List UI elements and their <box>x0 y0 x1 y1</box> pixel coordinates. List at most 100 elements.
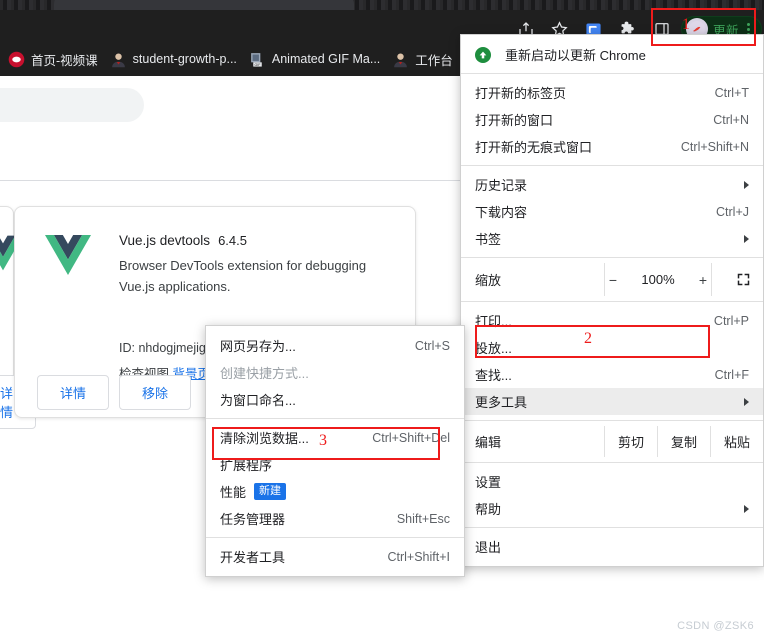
menu-zoom-row: 缩放 − 100% + <box>461 263 763 296</box>
more-tools-submenu: 网页另存为... Ctrl+S 创建快捷方式... 为窗口命名... 清除浏览数… <box>205 325 465 577</box>
bookmark-label: 首页-视频课 <box>31 53 98 68</box>
submenu-item-label: 清除浏览数据... <box>220 431 309 446</box>
menu-item-label: 退出 <box>475 540 502 555</box>
chevron-right-icon <box>744 397 749 406</box>
vue-logo-icon <box>45 235 91 275</box>
screenshot-root: 更新 首页-视频课 student-growth-p... GIF Animat… <box>0 0 764 639</box>
menu-item-downloads[interactable]: 下载内容 Ctrl+J <box>461 198 763 225</box>
menu-item-shortcut: Ctrl+P <box>713 313 749 328</box>
submenu-item-name-window[interactable]: 为窗口命名... <box>206 386 464 413</box>
update-arrow-icon <box>475 46 491 63</box>
menu-item-label: 查找... <box>475 368 512 383</box>
gif-maker-favicon: GIF <box>248 50 266 68</box>
submenu-item-shortcut: Shift+Esc <box>396 511 450 526</box>
extension-description: Browser DevTools extension for debugging… <box>119 258 367 294</box>
submenu-item-label: 为窗口命名... <box>220 393 296 408</box>
submenu-separator <box>206 537 464 538</box>
watermark: CSDN @ZSK6 <box>677 620 754 632</box>
menu-item-cast[interactable]: 投放... <box>461 334 763 361</box>
cut-button[interactable]: 剪切 <box>604 426 657 457</box>
submenu-item-create-shortcut: 创建快捷方式... <box>206 359 464 386</box>
menu-item-new-tab[interactable]: 打开新的标签页 Ctrl+T <box>461 79 763 106</box>
paste-button[interactable]: 粘贴 <box>710 426 763 457</box>
menu-edit-row: 编辑 剪切 复制 粘贴 <box>461 426 763 457</box>
submenu-item-save-page-as[interactable]: 网页另存为... Ctrl+S <box>206 332 464 359</box>
menu-item-label: 历史记录 <box>475 178 528 193</box>
copy-button[interactable]: 复制 <box>657 426 710 457</box>
extension-card-buttons: 详情 移除 <box>37 375 192 410</box>
extension-version: 6.4.5 <box>218 233 247 248</box>
video-site-favicon <box>8 51 25 67</box>
zoom-in-button[interactable]: + <box>695 272 711 288</box>
extension-name: Vue.js devtools <box>119 233 211 248</box>
bookmark-item-3[interactable]: 工作台 <box>388 47 461 72</box>
menu-item-shortcut: Ctrl+T <box>714 85 749 100</box>
menu-item-exit[interactable]: 退出 <box>461 533 763 560</box>
submenu-item-label: 性能 <box>220 485 247 500</box>
bookmark-item-1[interactable]: student-growth-p... <box>106 48 245 71</box>
menu-item-label: 打开新的标签页 <box>475 86 567 101</box>
menu-item-label: 投放... <box>475 341 512 356</box>
zoom-out-button[interactable]: − <box>605 272 621 288</box>
extension-id-label: ID: <box>119 341 135 355</box>
submenu-item-label: 开发者工具 <box>220 550 286 565</box>
menu-item-restart-to-update[interactable]: 重新启动以更新 Chrome <box>461 41 763 68</box>
zoom-controls: − 100% + <box>604 263 711 296</box>
menu-item-print[interactable]: 打印... Ctrl+P <box>461 307 763 334</box>
menu-item-help[interactable]: 帮助 <box>461 495 763 522</box>
chevron-right-icon <box>744 234 749 243</box>
zoom-value: 100% <box>641 272 675 287</box>
submenu-item-label: 网页另存为... <box>220 339 296 354</box>
menu-item-new-incognito-window[interactable]: 打开新的无痕式窗口 Ctrl+Shift+N <box>461 133 763 160</box>
menu-item-shortcut: Ctrl+N <box>713 112 749 127</box>
annotation-number-1: 1 <box>682 16 690 33</box>
menu-separator <box>461 73 763 74</box>
menu-item-label: 打开新的窗口 <box>475 113 554 128</box>
menu-item-label: 更多工具 <box>475 395 528 410</box>
annotation-number-2: 2 <box>584 330 592 347</box>
submenu-item-task-manager[interactable]: 任务管理器 Shift+Esc <box>206 505 464 532</box>
bookmark-label: student-growth-p... <box>132 52 237 66</box>
submenu-item-shortcut: Ctrl+Shift+Del <box>372 430 450 445</box>
menu-item-find[interactable]: 查找... Ctrl+F <box>461 361 763 388</box>
menu-item-bookmarks[interactable]: 书签 <box>461 225 763 252</box>
menu-item-more-tools[interactable]: 更多工具 <box>461 388 763 415</box>
menu-item-new-window[interactable]: 打开新的窗口 Ctrl+N <box>461 106 763 133</box>
new-badge: 新建 <box>254 483 287 500</box>
person-favicon <box>392 50 410 68</box>
extension-card-partial[interactable]: 详情 <box>0 206 37 429</box>
fullscreen-button[interactable] <box>711 263 764 296</box>
submenu-separator <box>206 418 464 419</box>
bookmark-item-0[interactable]: 首页-视频课 <box>4 47 106 72</box>
submenu-item-shortcut: Ctrl+Shift+I <box>387 549 450 564</box>
menu-item-label: 帮助 <box>475 502 502 517</box>
menu-item-label: 设置 <box>475 475 502 490</box>
menu-separator <box>461 301 763 302</box>
submenu-item-extensions[interactable]: 扩展程序 <box>206 451 464 478</box>
menu-separator <box>461 527 763 528</box>
search-input[interactable] <box>0 88 144 122</box>
menu-item-label: 重新启动以更新 Chrome <box>505 48 646 63</box>
submenu-item-clear-browsing-data[interactable]: 清除浏览数据... Ctrl+Shift+Del <box>206 424 464 451</box>
annotation-number-3: 3 <box>319 432 327 449</box>
menu-item-history[interactable]: 历史记录 <box>461 171 763 198</box>
menu-item-shortcut: Ctrl+Shift+N <box>680 139 749 154</box>
submenu-item-performance[interactable]: 性能 新建 <box>206 478 464 505</box>
menu-item-shortcut: Ctrl+J <box>716 204 749 219</box>
chevron-right-icon <box>744 504 749 513</box>
svg-text:GIF: GIF <box>254 62 261 66</box>
submenu-item-developer-tools[interactable]: 开发者工具 Ctrl+Shift+I <box>206 543 464 570</box>
menu-separator <box>461 257 763 258</box>
remove-button[interactable]: 移除 <box>119 375 192 410</box>
zoom-label: 缩放 <box>475 273 502 288</box>
menu-separator <box>461 462 763 463</box>
bookmark-item-2[interactable]: GIF Animated GIF Ma... <box>245 48 388 71</box>
extension-card-partial-inner: 详情 <box>0 207 37 429</box>
menu-item-label: 打印... <box>475 314 512 329</box>
person-favicon <box>109 50 127 68</box>
details-button[interactable]: 详情 <box>37 375 110 410</box>
active-tab[interactable] <box>54 0 354 10</box>
menu-item-settings[interactable]: 设置 <box>461 468 763 495</box>
submenu-item-label: 创建快捷方式... <box>220 366 309 381</box>
menu-item-label: 书签 <box>475 232 502 247</box>
